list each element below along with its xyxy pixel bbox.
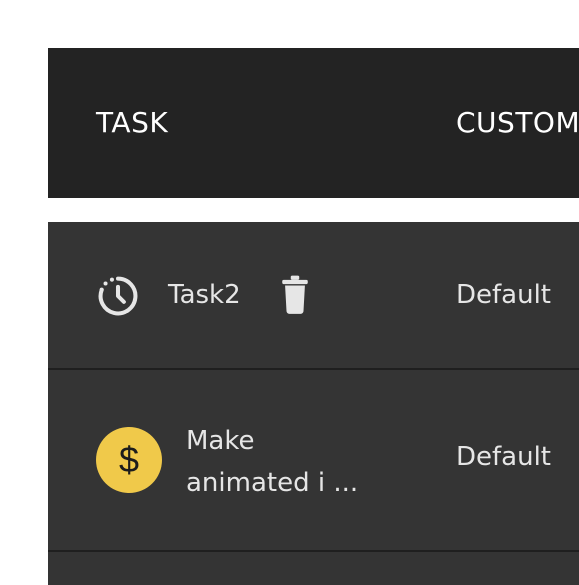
table-row[interactable]: Task2 Default <box>48 222 579 368</box>
row-divider <box>48 550 579 552</box>
task-title-line-1: Make <box>186 426 255 456</box>
clock-icon <box>98 276 138 316</box>
customer-name: Default <box>456 280 551 310</box>
task-title[interactable]: Task2 <box>168 280 241 310</box>
task-title[interactable]: Make animated i ... <box>186 420 396 504</box>
trash-icon[interactable] <box>278 274 312 314</box>
dollar-symbol: $ <box>118 439 140 480</box>
task-title-line-2: animated i ... <box>186 468 359 498</box>
column-header-task[interactable]: TASK <box>96 106 168 139</box>
table-row[interactable]: $ Make animated i ... Default <box>48 370 579 550</box>
dollar-icon: $ <box>96 427 162 493</box>
table-body: Task2 Default $ Make animated i ... Defa… <box>48 222 579 585</box>
column-header-customer[interactable]: CUSTOM <box>456 106 579 139</box>
table-header: TASK CUSTOM <box>48 48 579 198</box>
customer-name: Default <box>456 442 551 472</box>
task-table: TASK CUSTOM Task2 Default $ Make animate… <box>48 48 579 585</box>
